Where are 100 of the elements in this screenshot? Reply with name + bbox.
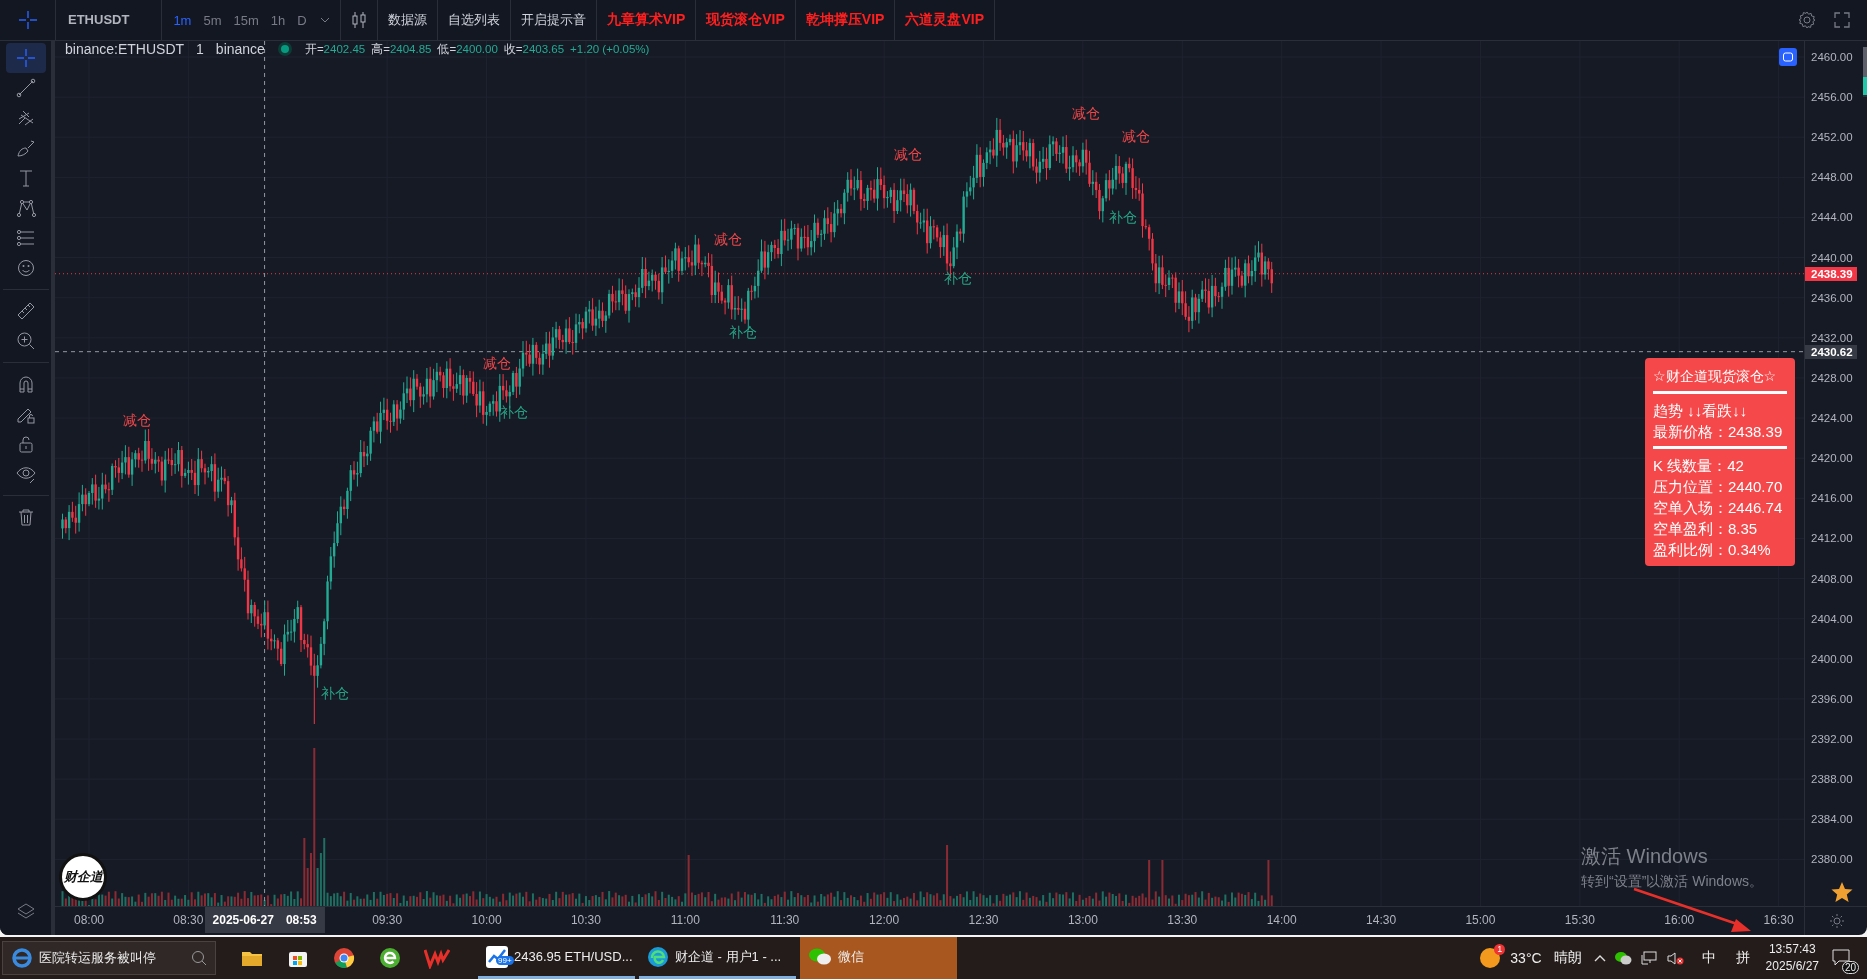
toolbar-button[interactable]: 自选列表 — [437, 0, 511, 40]
search-icon — [191, 950, 207, 966]
crosshair-date: 2025-06-27 — [212, 913, 274, 928]
scrollbar[interactable] — [1863, 47, 1867, 97]
price-label: 2444.00 — [1811, 211, 1853, 224]
time-label: 11:30 — [770, 913, 800, 928]
price-label: 2420.00 — [1811, 452, 1853, 465]
interval-button[interactable]: 5m — [198, 12, 227, 28]
vip-button[interactable]: 乾坤撑压VIP — [795, 0, 896, 40]
ohlc-value: 2400.00 — [456, 43, 498, 55]
ohlc-value: 2404.85 — [389, 43, 432, 55]
price-label: 2456.00 — [1811, 91, 1853, 104]
info-line: K 线数量：42 — [1653, 456, 1745, 476]
signal-label: 补仓 — [1109, 209, 1137, 227]
settings-icon[interactable] — [1797, 10, 1817, 30]
toolbar-button[interactable]: 开启提示音 — [510, 0, 597, 40]
weather-condition[interactable]: 晴朗 — [1553, 949, 1582, 967]
time-label: 08:00 — [74, 913, 104, 928]
time-label: 16:00 — [1664, 913, 1695, 928]
signal-label: 补仓 — [729, 324, 757, 342]
wps-icon[interactable] — [424, 947, 450, 969]
toolbar-button[interactable]: 数据源 — [377, 0, 438, 40]
crosshair-icon — [14, 47, 37, 69]
status-dot — [280, 45, 289, 53]
legend-symbol: binance:ETHUSDT — [65, 41, 185, 57]
line-icon — [14, 77, 37, 99]
chrome-icon[interactable] — [332, 946, 356, 970]
clock-date[interactable]: 2025/6/27 — [1765, 958, 1819, 975]
settings-icon[interactable] — [1828, 913, 1845, 930]
input-language[interactable]: 中 — [1701, 949, 1716, 967]
star-icon[interactable] — [1831, 881, 1853, 903]
time-label: 08:30 — [173, 913, 204, 928]
info-line: 压力位置：2440.70 — [1653, 477, 1784, 497]
info-line: 趋势 ↓↓看跌↓↓ — [1653, 401, 1749, 421]
interval-button[interactable]: D — [292, 12, 312, 28]
price-label: 2388.00 — [1811, 773, 1853, 786]
last-price-tag: 2438.39 — [1805, 266, 1857, 281]
time-label: 10:30 — [570, 913, 601, 928]
price-label: 2452.00 — [1811, 131, 1853, 144]
fullscreen-icon[interactable] — [1833, 11, 1851, 29]
time-label: 14:30 — [1366, 913, 1397, 928]
signal-label: 补仓 — [500, 404, 528, 422]
ohlc-value: 2402.45 — [323, 43, 366, 55]
price-label: 2460.00 — [1811, 51, 1853, 63]
symbol-name[interactable]: ETHUSDT — [56, 0, 163, 40]
price-label: 2448.00 — [1811, 171, 1853, 184]
price-label: 2440.00 — [1811, 251, 1853, 264]
signal-label: 减仓 — [894, 146, 922, 164]
time-label: 15:00 — [1465, 913, 1496, 928]
price-label: 2416.00 — [1811, 492, 1853, 505]
price-label: 2408.00 — [1811, 572, 1853, 585]
sync-icon — [1782, 51, 1794, 63]
network-icon[interactable] — [1639, 950, 1658, 966]
vip-button[interactable]: 六道灵盘VIP — [895, 0, 995, 40]
clock-time[interactable]: 13:57:43 — [1768, 941, 1816, 958]
interval-button[interactable]: 1m — [168, 12, 197, 28]
info-line: 空单盈利：8.35 — [1653, 519, 1759, 539]
browser-e-icon[interactable] — [378, 946, 402, 970]
logo: 财企道 — [59, 853, 107, 901]
info-line: 空单入场：2446.74 — [1653, 498, 1784, 518]
zoom-icon — [14, 330, 37, 352]
input-mode[interactable]: 拼 — [1735, 949, 1750, 967]
legend-exchange: binance — [215, 41, 265, 57]
interval-button[interactable]: 1h — [265, 12, 291, 28]
price-label: 2436.00 — [1811, 291, 1853, 304]
taskbar-search-field[interactable]: 医院转运服务被叫停 — [2, 941, 216, 975]
signal-label: 减仓 — [1072, 105, 1100, 123]
temperature[interactable]: 33°C — [1510, 950, 1542, 966]
interval-button[interactable]: 15m — [228, 12, 264, 28]
panel-title: ☆财企道现货滚仓☆ — [1653, 367, 1778, 386]
chevron-down-icon[interactable] — [319, 17, 330, 23]
price-label: 2404.00 — [1811, 612, 1853, 625]
time-label: 16:30 — [1763, 913, 1794, 928]
sync-button[interactable] — [1779, 48, 1797, 66]
browser-e-icon — [11, 947, 33, 969]
ohlc-label: 开= — [304, 41, 324, 57]
price-label: 2412.00 — [1811, 532, 1853, 545]
vip-button[interactable]: 九章算术VIP — [596, 0, 697, 40]
ohlc-label: 收= — [503, 41, 523, 57]
signal-label: 减仓 — [714, 231, 742, 249]
notification-button[interactable]: 20 — [1831, 948, 1859, 974]
crosshair-tool-button[interactable] — [5, 43, 46, 73]
volume-muted-icon[interactable] — [1665, 950, 1684, 966]
notification-count: 20 — [1841, 961, 1859, 974]
time-label: 12:30 — [968, 913, 999, 928]
vip-button[interactable]: 现货滚仓VIP — [696, 0, 796, 40]
taskbar-app-button[interactable]: 财企道 - 用户1 - ... — [639, 937, 796, 979]
crosshair-icon[interactable] — [16, 9, 39, 31]
chevron-up-icon[interactable] — [1593, 954, 1606, 962]
time-label: 12:00 — [869, 913, 900, 928]
candles-icon[interactable] — [350, 10, 367, 30]
taskbar-app-button[interactable]: 微信 — [800, 937, 957, 979]
signal-label: 减仓 — [1122, 128, 1150, 146]
weather-badge: 1 — [1494, 944, 1506, 955]
signal-label: 减仓 — [483, 355, 511, 373]
time-label: 13:00 — [1067, 913, 1098, 928]
chat-bubbles-icon[interactable] — [1613, 950, 1632, 966]
price-label: 2424.00 — [1811, 412, 1853, 425]
legend-interval: 1 — [196, 41, 204, 57]
price-label: 2392.00 — [1811, 733, 1853, 746]
